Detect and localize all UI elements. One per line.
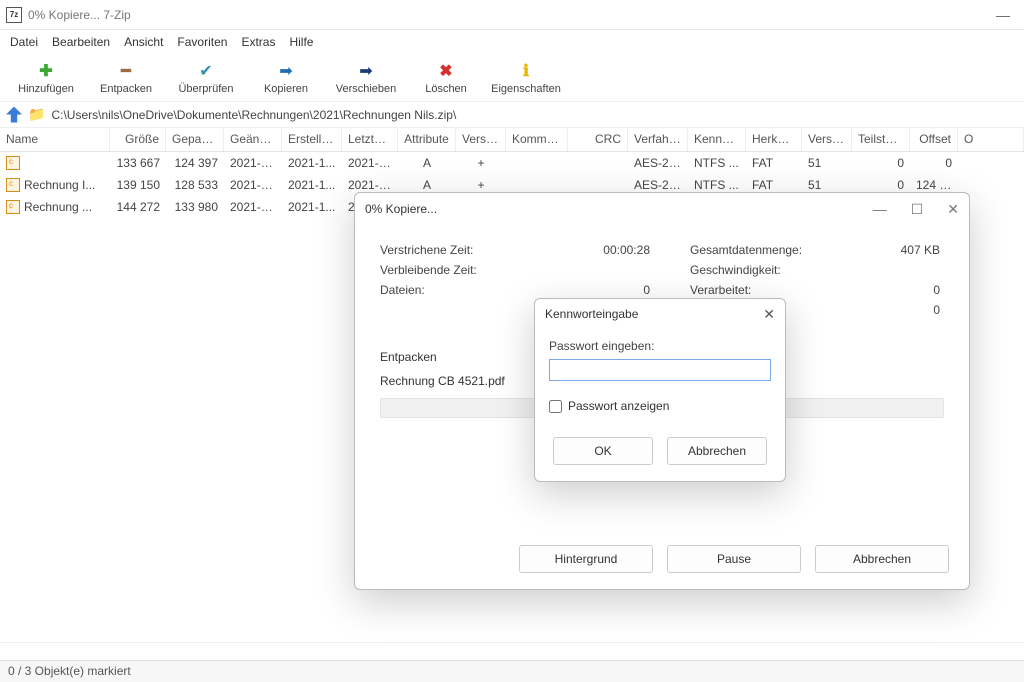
speed-label: Geschwindigkeit: [690,263,850,277]
file-icon [6,200,20,214]
app-icon: 7z [6,7,22,23]
col-o[interactable]: O [958,128,1024,151]
remaining-label: Verbleibende Zeit: [380,263,580,277]
menu-view[interactable]: Ansicht [124,35,163,49]
ok-button[interactable]: OK [553,437,653,465]
files-label: Dateien: [380,283,580,297]
col-created[interactable]: Erstellt ... [282,128,342,151]
col-packed[interactable]: Gepack... [166,128,224,151]
col-comment[interactable]: Komme... [506,128,568,151]
check-icon: ✔ [199,61,212,81]
password-input[interactable] [549,359,771,381]
window-controls: — [996,7,1018,23]
pathbar: 📁 [0,102,1024,128]
total-value: 407 KB [850,243,944,257]
col-volume[interactable]: Teilstüc... [852,128,910,151]
progress-minimize-button[interactable]: — [873,201,887,218]
pause-button[interactable]: Pause [667,545,801,573]
toolbar: ✚Hinzufügen ━Entpacken ✔Überprüfen ➡Kopi… [0,54,1024,102]
menu-favorites[interactable]: Favoriten [177,35,227,49]
password-dialog-title: Kennworteingabe [545,307,638,321]
menu-help[interactable]: Hilfe [289,35,313,49]
col-attributes[interactable]: Attribute [398,128,456,151]
table-row[interactable]: 133 667124 3972021-1...2021-1...2021-1..… [0,152,1024,174]
cancel-button[interactable]: Abbrechen [815,545,949,573]
move-button[interactable]: ➡Verschieben [326,61,406,95]
x-icon: ✖ [439,61,452,81]
col-version[interactable]: Version [802,128,852,151]
statusbar: 0 / 3 Objekt(e) markiert [0,660,1024,682]
extract-button[interactable]: ━Entpacken [86,61,166,95]
processed-value: 0 [850,283,944,297]
path-input[interactable] [51,108,1018,122]
col-last[interactable]: Letzter ... [342,128,398,151]
password-dialog-titlebar: Kennworteingabe ✕ [535,299,785,329]
password-dialog: Kennworteingabe ✕ Passwort eingeben: Pas… [534,298,786,482]
menu-file[interactable]: Datei [10,35,38,49]
processed-label: Verarbeitet: [690,283,850,297]
files-value: 0 [580,283,650,297]
elapsed-value: 00:00:28 [580,243,650,257]
copy-button[interactable]: ➡Kopieren [246,61,326,95]
arrow-right-icon: ➡ [279,61,292,81]
arrow-right-dark-icon: ➡ [359,61,372,81]
col-method[interactable]: Verfahr... [628,128,688,151]
file-icon [6,178,20,192]
info-icon: ℹ [523,61,529,81]
col-encrypted[interactable]: Verschl... [456,128,506,151]
info-button[interactable]: ℹEigenschaften [486,61,566,95]
progress-dialog-titlebar: 0% Kopiere... — ☐ ✕ [355,193,969,225]
progress-close-button[interactable]: ✕ [947,201,959,218]
show-password-label: Passwort anzeigen [568,399,669,413]
col-offset[interactable]: Offset [910,128,958,151]
col-name[interactable]: Name [0,128,110,151]
delete-button[interactable]: ✖Löschen [406,61,486,95]
up-icon[interactable] [6,107,22,123]
menubar: Datei Bearbeiten Ansicht Favoriten Extra… [0,30,1024,54]
password-label: Passwort eingeben: [549,339,654,353]
col-origin[interactable]: Herkunft [746,128,802,151]
elapsed-label: Verstrichene Zeit: [380,243,580,257]
col-modified[interactable]: Geände... [224,128,282,151]
test-button[interactable]: ✔Überprüfen [166,61,246,95]
total-label: Gesamtdatenmenge: [690,243,850,257]
menu-extras[interactable]: Extras [241,35,275,49]
folder-icon: 📁 [28,106,45,123]
progress-dialog-title: 0% Kopiere... [365,202,437,216]
add-button[interactable]: ✚Hinzufügen [6,61,86,95]
col-size[interactable]: Größe [110,128,166,151]
plus-icon: ✚ [39,61,52,81]
packed-value: 0 [850,303,944,317]
minimize-button[interactable]: — [996,7,1010,23]
col-crc[interactable]: CRC [568,128,628,151]
table-header: Name Größe Gepack... Geände... Erstellt … [0,128,1024,152]
password-close-button[interactable]: ✕ [763,306,775,323]
minus-icon: ━ [121,61,131,81]
show-password-checkbox[interactable] [549,400,562,413]
titlebar: 7z 0% Kopiere... 7-Zip — [0,0,1024,30]
window-title: 0% Kopiere... 7-Zip [28,8,131,22]
menu-edit[interactable]: Bearbeiten [52,35,110,49]
file-icon [6,156,20,170]
col-host[interactable]: Kennda... [688,128,746,151]
pw-cancel-button[interactable]: Abbrechen [667,437,767,465]
background-button[interactable]: Hintergrund [519,545,653,573]
progress-maximize-button[interactable]: ☐ [911,201,924,218]
